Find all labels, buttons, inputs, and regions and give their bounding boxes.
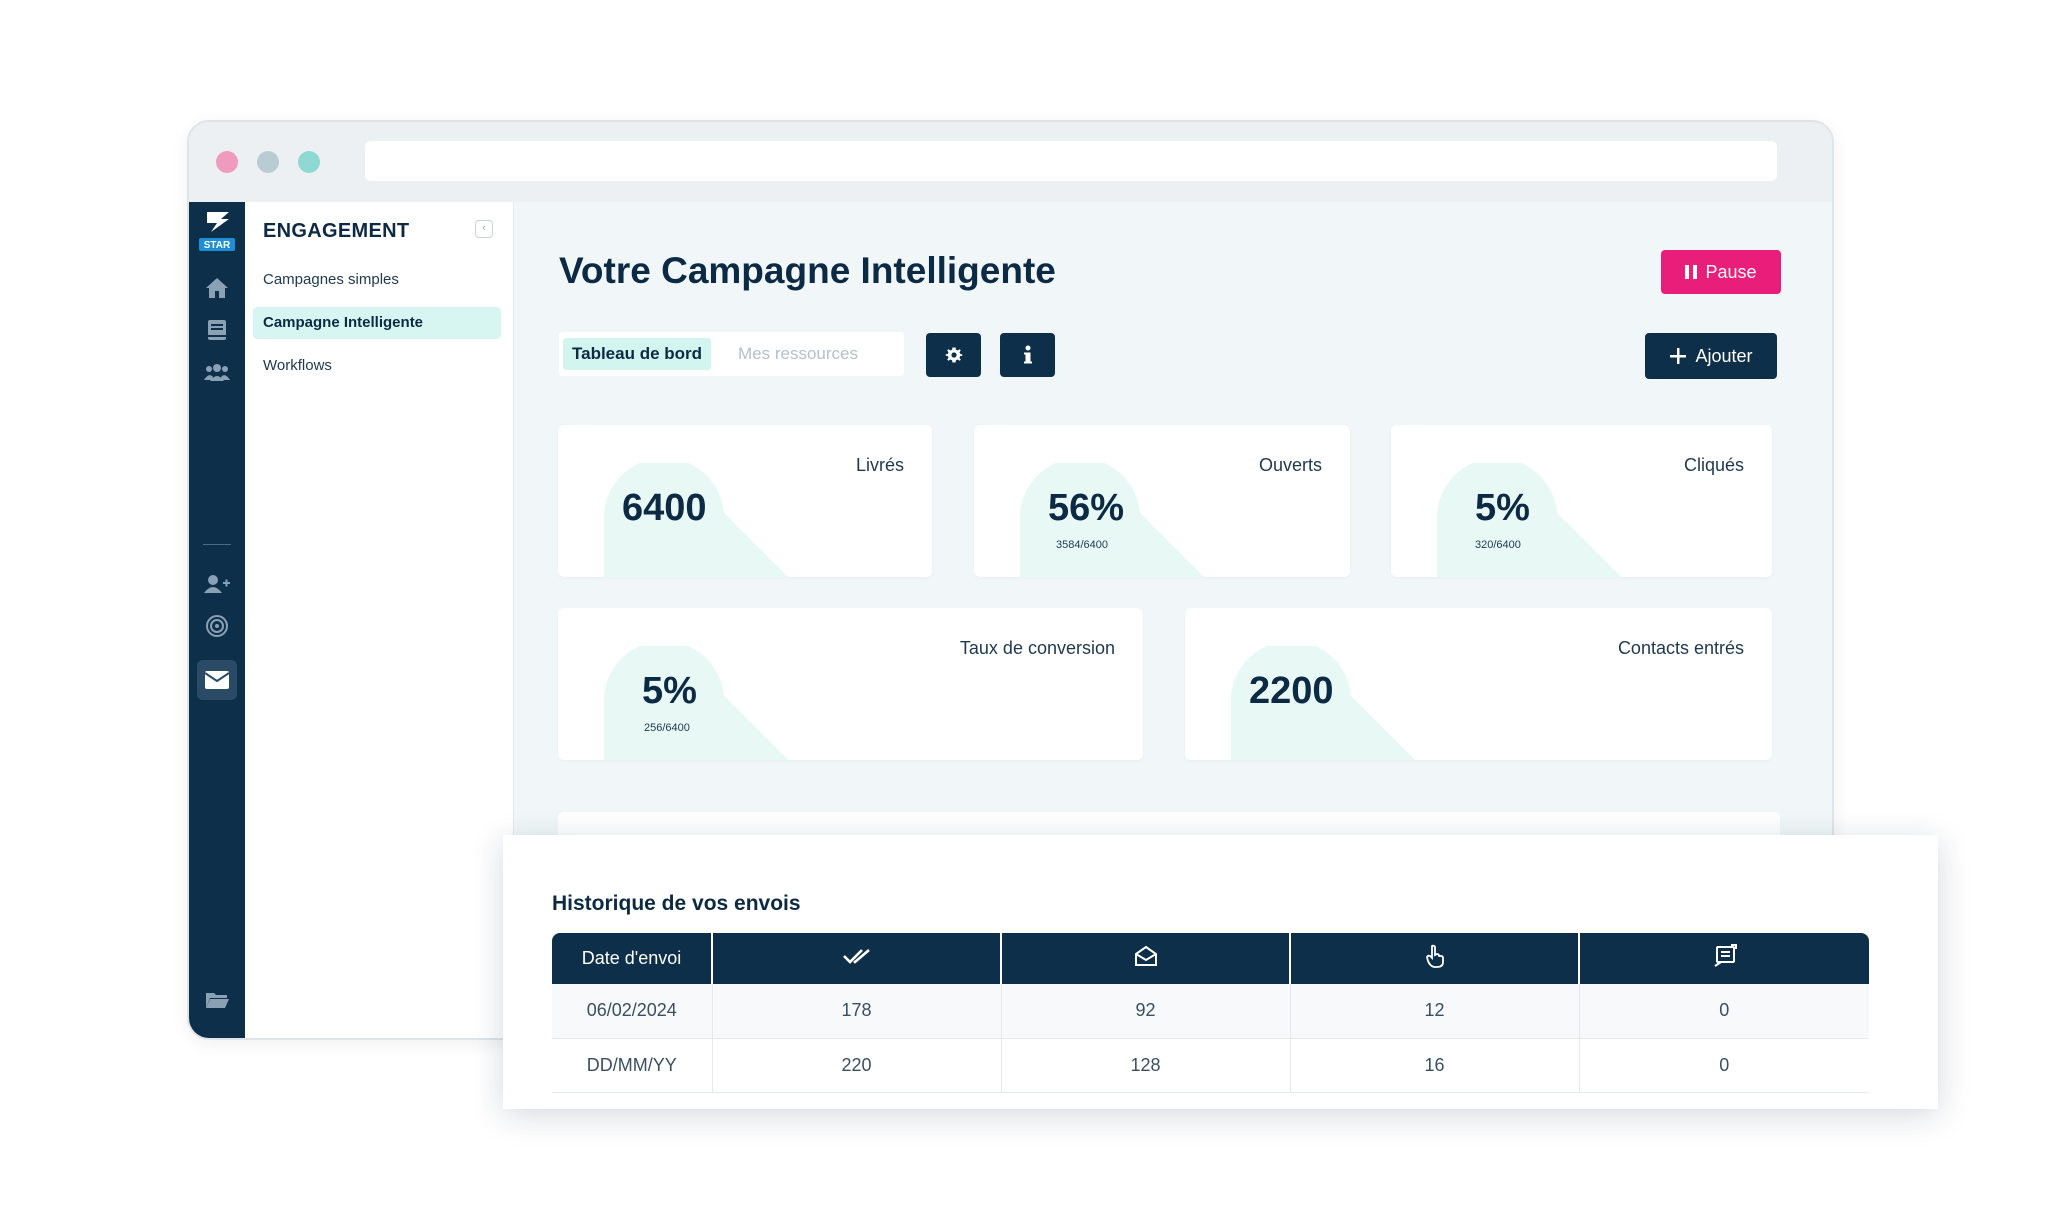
double-check-icon <box>842 947 872 965</box>
history-panel: Historique de vos envois Date d'envoi 06… <box>503 835 1938 1109</box>
cell-date: DD/MM/YY <box>552 1038 713 1093</box>
history-title: Historique de vos envois <box>552 892 801 915</box>
pause-label: Pause <box>1705 261 1757 282</box>
nav-item-campagnes-simples[interactable]: Campagnes simples <box>253 264 501 296</box>
stat-value: 56% <box>1048 487 1125 529</box>
column-date-envoi[interactable]: Date d'envoi <box>552 933 713 984</box>
info-button[interactable] <box>1000 333 1055 377</box>
pause-icon <box>1685 265 1698 279</box>
tab-bar: Tableau de bord Mes ressources <box>559 332 904 376</box>
add-label: Ajouter <box>1695 345 1753 366</box>
info-icon <box>1023 345 1032 364</box>
cell-delivered: 220 <box>712 1038 1002 1093</box>
gear-icon <box>945 347 962 363</box>
browser-titlebar <box>189 122 1832 202</box>
logo-text: STAR <box>204 240 231 251</box>
home-icon[interactable] <box>197 268 237 308</box>
nav-item-campagne-intelligente[interactable]: Campagne Intelligente <box>253 307 501 339</box>
add-user-icon[interactable] <box>197 564 237 604</box>
settings-button[interactable] <box>926 333 981 377</box>
stat-subtext: 3584/6400 <box>1056 539 1108 551</box>
stat-card-livres: Livrés 6400 <box>558 425 932 577</box>
cell-date: 06/02/2024 <box>552 984 713 1039</box>
stat-label: Ouverts <box>1258 455 1322 475</box>
stat-card-taux-conversion: Taux de conversion 5% 256/6400 <box>558 608 1143 760</box>
folder-icon[interactable] <box>197 980 237 1020</box>
book-icon[interactable] <box>197 310 237 350</box>
stat-value: 5% <box>1475 487 1530 529</box>
nav-item-workflows[interactable]: Workflows <box>253 350 501 382</box>
icon-rail: STAR <box>189 202 245 1038</box>
sub-navigation: ENGAGEMENT ‹ Campagnes simples Campagne … <box>245 202 514 1038</box>
pointer-hand-icon <box>1425 944 1445 968</box>
column-opened[interactable] <box>1001 933 1291 984</box>
cell-replies: 0 <box>1579 1038 1869 1093</box>
table-row[interactable]: DD/MM/YY 220 128 16 0 <box>552 1038 1869 1093</box>
stat-card-cliques: Cliqués 5% 320/6400 <box>1391 425 1772 577</box>
cell-replies: 0 <box>1579 984 1869 1039</box>
stat-value: 6400 <box>622 487 707 529</box>
reply-icon <box>1713 944 1737 968</box>
tab-tableau-de-bord[interactable]: Tableau de bord <box>563 338 712 370</box>
stat-subtext: 320/6400 <box>1475 539 1521 551</box>
cell-delivered: 178 <box>712 984 1002 1039</box>
stat-label: Cliqués <box>1683 455 1744 475</box>
collapse-sidebar-button[interactable]: ‹ <box>475 220 493 238</box>
stat-label: Livrés <box>855 455 904 475</box>
stat-value: 5% <box>642 670 697 712</box>
section-title: ENGAGEMENT <box>263 220 410 242</box>
column-replies[interactable] <box>1579 933 1869 984</box>
minimize-window-dot[interactable] <box>257 151 279 173</box>
cell-opened: 128 <box>1001 1038 1291 1093</box>
plus-icon <box>1670 348 1687 364</box>
stat-card-contacts-entres: Contacts entrés 2200 <box>1185 608 1772 760</box>
address-bar[interactable] <box>365 141 1777 181</box>
close-window-dot[interactable] <box>216 151 238 173</box>
stat-subtext: 256/6400 <box>644 722 690 734</box>
chevron-left-icon: ‹ <box>482 222 486 234</box>
stat-card-ouverts: Ouverts 56% 3584/6400 <box>974 425 1350 577</box>
users-icon[interactable] <box>197 352 237 392</box>
gear-icon[interactable] <box>197 1034 237 1038</box>
tab-mes-ressources[interactable]: Mes ressources <box>729 338 867 370</box>
history-table: Date d'envoi 06/02/2024 178 92 12 0 DD/M… <box>552 933 1869 1093</box>
cell-clicked: 12 <box>1290 984 1580 1039</box>
table-row[interactable]: 06/02/2024 178 92 12 0 <box>552 984 1869 1039</box>
stat-label: Taux de conversion <box>959 638 1115 658</box>
cell-opened: 92 <box>1001 984 1291 1039</box>
mail-icon[interactable] <box>197 660 237 700</box>
cell-clicked: 16 <box>1290 1038 1580 1093</box>
card-decoration <box>1437 463 1621 577</box>
app-logo[interactable]: STAR <box>195 208 239 254</box>
column-delivered[interactable] <box>712 933 1002 984</box>
card-decoration <box>604 646 788 760</box>
pause-button[interactable]: Pause <box>1661 250 1781 294</box>
stat-value: 2200 <box>1249 670 1334 712</box>
target-icon[interactable] <box>197 606 237 646</box>
table-header-row: Date d'envoi <box>552 933 1869 984</box>
envelope-open-icon <box>1134 945 1158 967</box>
rail-divider <box>203 544 231 545</box>
column-clicked[interactable] <box>1290 933 1580 984</box>
add-button[interactable]: Ajouter <box>1645 333 1777 379</box>
stat-label: Contacts entrés <box>1617 638 1744 658</box>
maximize-window-dot[interactable] <box>298 151 320 173</box>
page-title: Votre Campagne Intelligente <box>559 250 1056 291</box>
